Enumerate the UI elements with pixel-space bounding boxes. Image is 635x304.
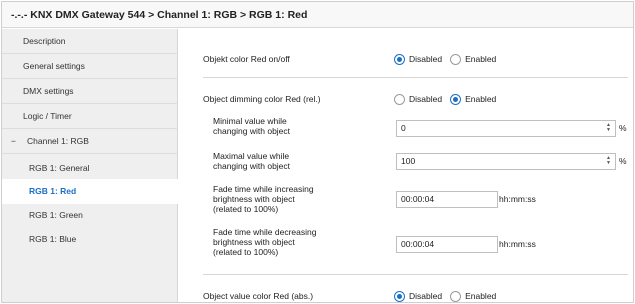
radio-disabled[interactable] bbox=[394, 93, 405, 105]
radio-label: Enabled bbox=[465, 54, 497, 64]
sidebar-item-rgb-1-red[interactable]: RGB 1: Red bbox=[2, 179, 178, 204]
label-line: changing with object bbox=[213, 126, 291, 136]
label-line: (related to 100%) bbox=[213, 247, 279, 257]
breadcrumb: -.-.- KNX DMX Gateway 544 > Channel 1: R… bbox=[2, 2, 633, 28]
sidebar-item-rgb-1-blue[interactable]: RGB 1: Blue bbox=[2, 227, 178, 252]
param-label-objekt-color-red: Objekt color Red on/off bbox=[203, 54, 290, 64]
fade-decrease-input[interactable]: 00:00:04 bbox=[396, 236, 498, 253]
unit-label: % bbox=[619, 123, 627, 133]
parameter-panel: Objekt color Red on/off Disabled Enabled… bbox=[188, 29, 628, 302]
param-label-max-value: Maximal value while changing with object bbox=[213, 151, 290, 171]
radio-enabled[interactable] bbox=[450, 53, 462, 65]
max-value-stepper[interactable]: 100 ▲ ▼ bbox=[396, 153, 616, 170]
radio-group-object-dimming: Disabled Enabled bbox=[394, 93, 504, 105]
radio-enabled[interactable] bbox=[450, 290, 462, 302]
sidebar-item-channel-1-rgb[interactable]: − Channel 1: RGB bbox=[2, 129, 178, 154]
radio-label: Enabled bbox=[465, 94, 497, 104]
separator bbox=[203, 274, 628, 275]
min-value-stepper[interactable]: 0 ▲ ▼ bbox=[396, 120, 616, 137]
radio-group-object-value-abs: Disabled Enabled bbox=[394, 290, 504, 302]
stepper-arrows-icon[interactable]: ▲ ▼ bbox=[606, 123, 611, 133]
label-line: brightness with object bbox=[213, 237, 295, 247]
sidebar-item-description[interactable]: Description bbox=[2, 29, 178, 54]
stepper-arrows-icon[interactable]: ▲ ▼ bbox=[606, 156, 611, 166]
label-line: changing with object bbox=[213, 161, 291, 171]
fade-increase-input[interactable]: 00:00:04 bbox=[396, 191, 498, 208]
param-label-fade-decrease: Fade time while decreasing brightness wi… bbox=[213, 227, 316, 257]
separator bbox=[203, 77, 628, 78]
unit-label: % bbox=[619, 156, 627, 166]
radio-label: Enabled bbox=[465, 291, 497, 301]
radio-disabled[interactable] bbox=[394, 53, 405, 65]
radio-label: Disabled bbox=[409, 54, 443, 64]
label-line: Fade time while decreasing bbox=[213, 227, 317, 237]
stepper-value: 0 bbox=[401, 123, 406, 133]
label-line: Fade time while increasing bbox=[213, 184, 314, 194]
label-line: brightness with object bbox=[213, 194, 295, 204]
label-line: (related to 100%) bbox=[213, 204, 279, 214]
label-line: Maximal value while bbox=[213, 151, 290, 161]
radio-enabled[interactable] bbox=[450, 93, 462, 105]
label-line: Minimal value while bbox=[213, 116, 287, 126]
sidebar-item-rgb-1-green[interactable]: RGB 1: Green bbox=[2, 203, 178, 228]
sidebar: Description General settings DMX setting… bbox=[2, 29, 178, 302]
unit-label: hh:mm:ss bbox=[499, 239, 536, 249]
collapse-icon[interactable]: − bbox=[11, 129, 21, 154]
stepper-value: 100 bbox=[401, 156, 416, 166]
param-label-object-value-abs: Object value color Red (abs.) bbox=[203, 291, 314, 301]
radio-disabled[interactable] bbox=[394, 290, 405, 302]
radio-group-objekt-color-red: Disabled Enabled bbox=[394, 53, 504, 65]
sidebar-item-label: Channel 1: RGB bbox=[27, 136, 89, 146]
sidebar-item-general-settings[interactable]: General settings bbox=[2, 54, 178, 79]
sidebar-item-logic-timer[interactable]: Logic / Timer bbox=[2, 104, 178, 129]
radio-label: Disabled bbox=[409, 291, 443, 301]
param-label-min-value: Minimal value while changing with object bbox=[213, 116, 290, 136]
unit-label: hh:mm:ss bbox=[499, 194, 536, 204]
gateway-window: -.-.- KNX DMX Gateway 544 > Channel 1: R… bbox=[1, 1, 634, 303]
param-label-fade-increase: Fade time while increasing brightness wi… bbox=[213, 184, 314, 214]
sidebar-item-rgb-1-general[interactable]: RGB 1: General bbox=[2, 156, 178, 181]
sidebar-item-dmx-settings[interactable]: DMX settings bbox=[2, 79, 178, 104]
param-label-object-dimming: Object dimming color Red (rel.) bbox=[203, 94, 321, 104]
radio-label: Disabled bbox=[409, 94, 443, 104]
